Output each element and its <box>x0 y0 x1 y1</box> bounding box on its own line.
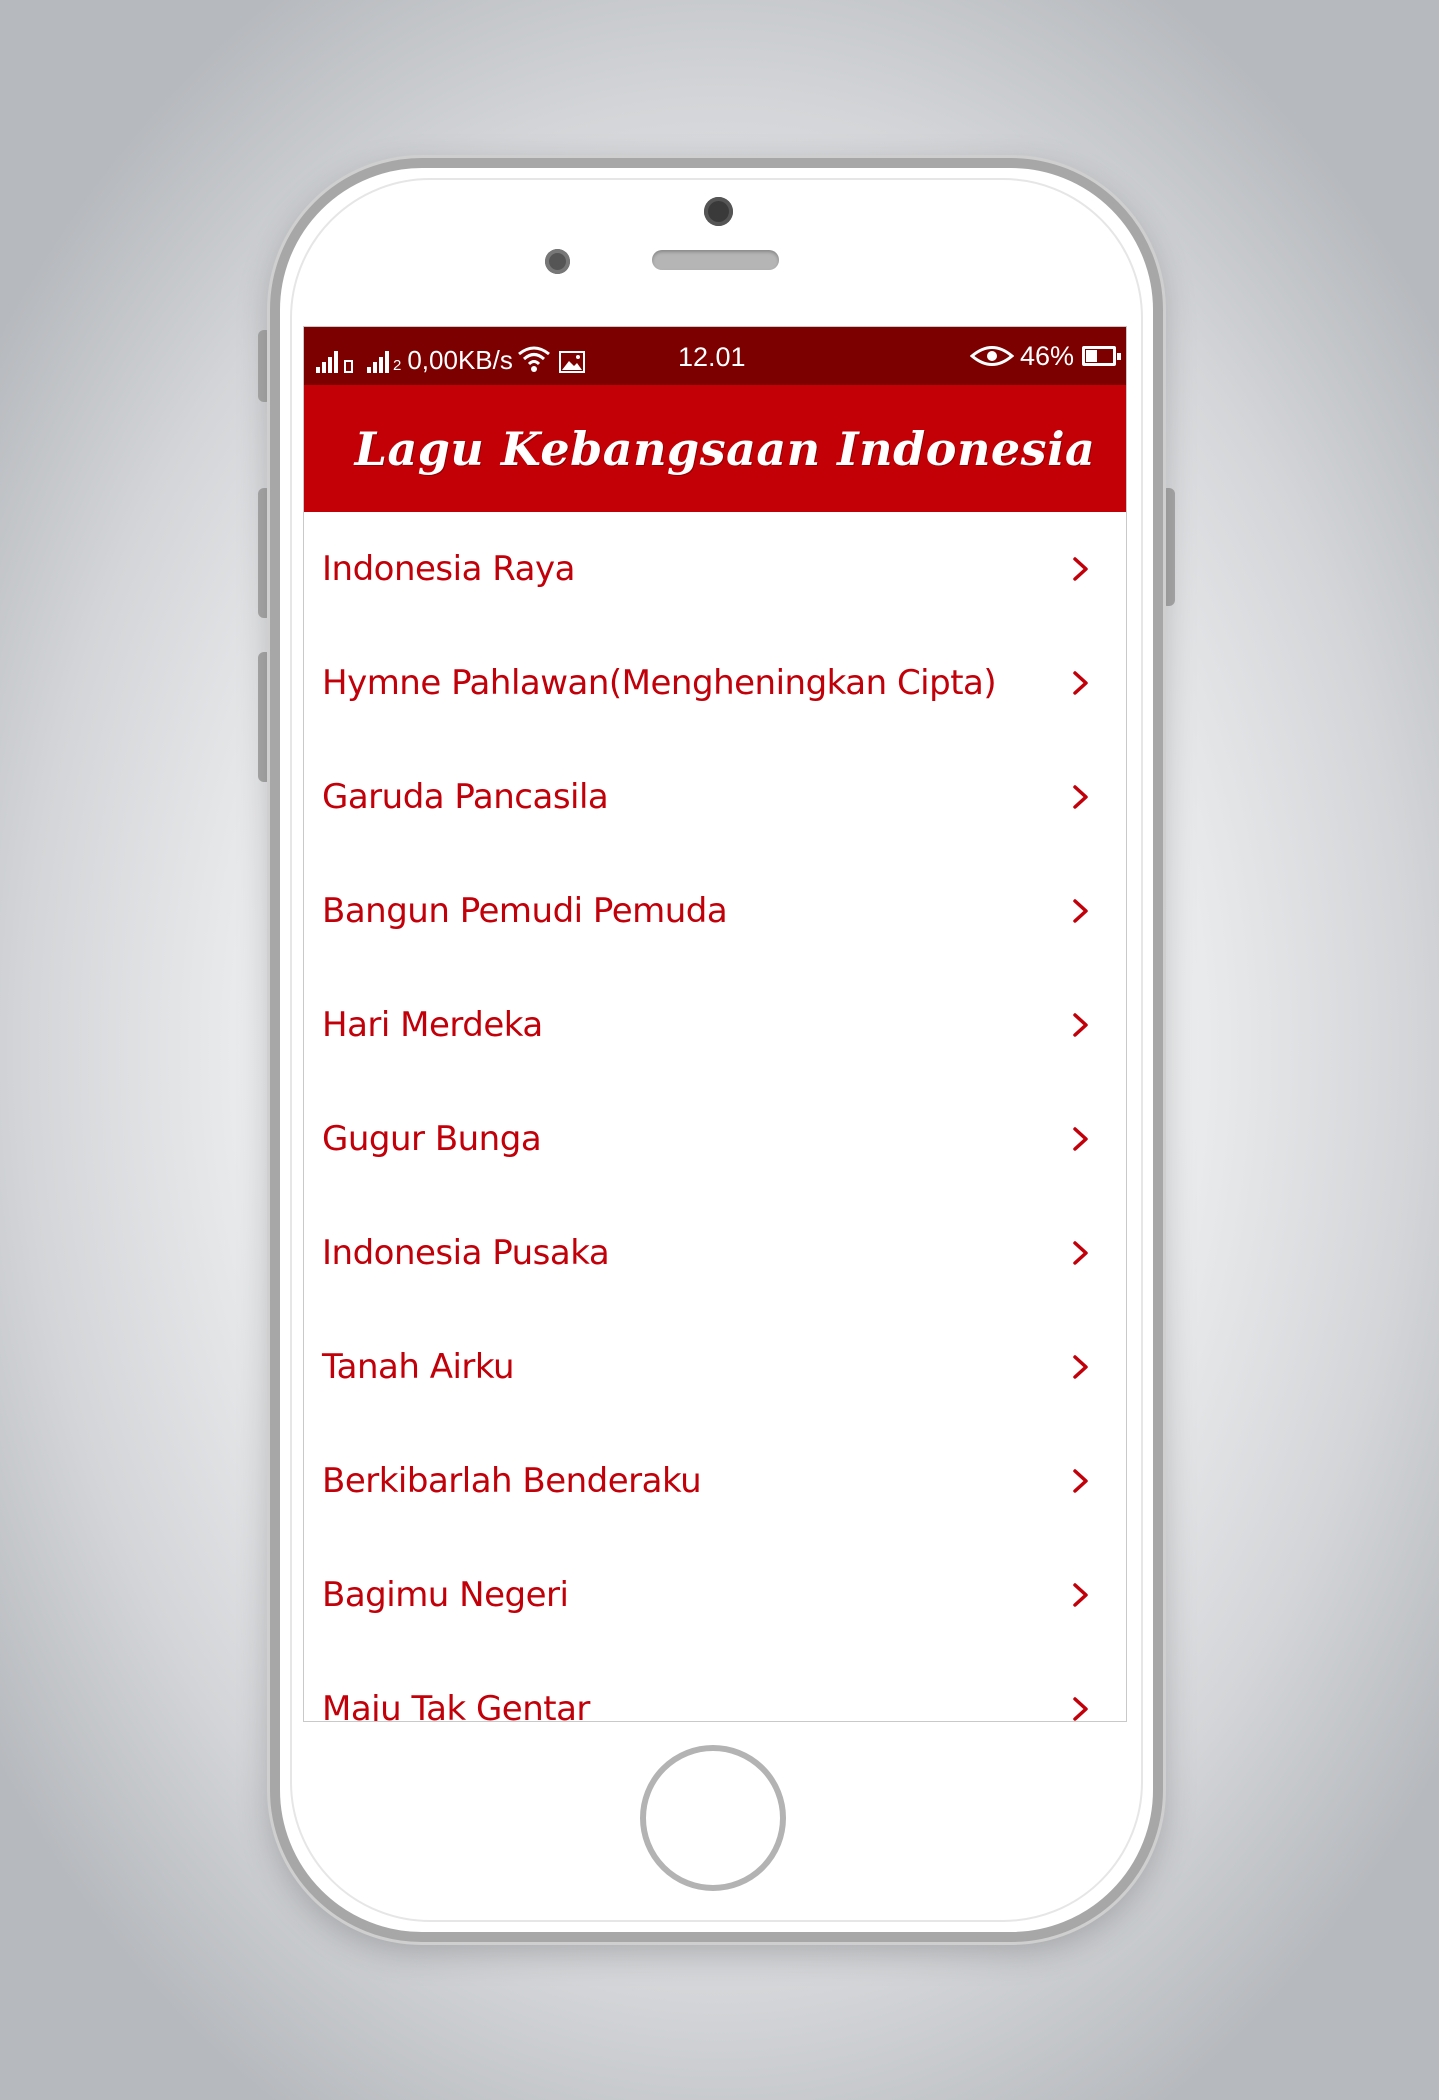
chevron-right-icon <box>1073 671 1088 695</box>
battery-level <box>1086 350 1097 362</box>
phone-screen: 2 0,00KB/s 12.01 46% Lagu Kebangsaan Ind… <box>303 326 1127 1722</box>
power-button <box>1161 488 1175 606</box>
song-title: Hari Merdeka <box>322 1005 543 1045</box>
wifi-icon <box>517 346 550 372</box>
sim-2-label: 2 <box>393 357 402 374</box>
signal-icon <box>316 351 338 373</box>
chevron-right-icon <box>1073 1469 1088 1493</box>
song-title: Indonesia Pusaka <box>322 1233 610 1273</box>
status-time: 12.01 <box>678 342 746 372</box>
chevron-right-icon <box>1073 1013 1088 1037</box>
list-item[interactable]: Hymne Pahlawan(Mengheningkan Cipta) <box>304 626 1126 740</box>
song-title: Indonesia Raya <box>322 549 575 589</box>
chevron-right-icon <box>1073 1355 1088 1379</box>
list-item[interactable]: Indonesia Raya <box>304 512 1126 626</box>
song-title: Garuda Pancasila <box>322 777 609 817</box>
list-item[interactable]: Hari Merdeka <box>304 968 1126 1082</box>
eye-icon <box>969 346 1014 366</box>
song-title: Hymne Pahlawan(Mengheningkan Cipta) <box>322 663 997 703</box>
network-speed: 0,00KB/s <box>407 345 513 375</box>
chevron-right-icon <box>1073 1697 1088 1721</box>
status-bar: 2 0,00KB/s 12.01 46% <box>304 327 1126 385</box>
app-bar: Lagu Kebangsaan Indonesia <box>304 385 1126 512</box>
image-icon <box>558 351 585 373</box>
song-title: Bangun Pemudi Pemuda <box>322 891 728 931</box>
song-title: Maju Tak Gentar <box>322 1689 590 1722</box>
list-item[interactable]: Maju Tak Gentar <box>304 1652 1126 1722</box>
status-left-group: 2 0,00KB/s <box>316 341 603 373</box>
chevron-right-icon <box>1073 1127 1088 1151</box>
song-title: Berkibarlah Benderaku <box>322 1461 702 1501</box>
song-list: Indonesia Raya Hymne Pahlawan(Menghening… <box>304 512 1126 1722</box>
front-camera-icon <box>704 197 733 226</box>
list-item[interactable]: Berkibarlah Benderaku <box>304 1424 1126 1538</box>
song-title: Tanah Airku <box>322 1347 515 1387</box>
sim-icon <box>344 360 353 373</box>
song-title: Gugur Bunga <box>322 1119 542 1159</box>
list-item[interactable]: Garuda Pancasila <box>304 740 1126 854</box>
status-right-group: 46% <box>969 340 1121 372</box>
list-item[interactable]: Bangun Pemudi Pemuda <box>304 854 1126 968</box>
list-item[interactable]: Indonesia Pusaka <box>304 1196 1126 1310</box>
proximity-sensor-icon <box>545 249 570 274</box>
chevron-right-icon <box>1073 1583 1088 1607</box>
chevron-right-icon <box>1073 1241 1088 1265</box>
home-button[interactable] <box>640 1745 786 1891</box>
signal-icon <box>367 351 389 373</box>
chevron-right-icon <box>1073 899 1088 923</box>
list-item[interactable]: Tanah Airku <box>304 1310 1126 1424</box>
battery-nub <box>1117 353 1121 360</box>
earpiece-speaker <box>652 250 779 270</box>
chevron-right-icon <box>1073 785 1088 809</box>
list-item[interactable]: Gugur Bunga <box>304 1082 1126 1196</box>
list-item[interactable]: Bagimu Negeri <box>304 1538 1126 1652</box>
app-title: Lagu Kebangsaan Indonesia <box>354 421 1096 476</box>
song-title: Bagimu Negeri <box>322 1575 569 1615</box>
battery-percent: 46% <box>1019 340 1074 371</box>
battery-icon <box>1082 346 1121 366</box>
chevron-right-icon <box>1073 557 1088 581</box>
